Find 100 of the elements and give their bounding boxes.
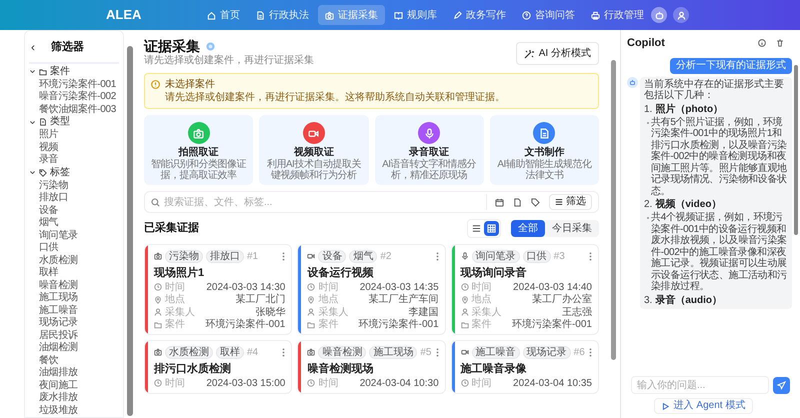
document-icon xyxy=(256,10,265,20)
evidence-card[interactable]: 施工噪音 现场记录 #6 施工噪音录像 时间 2024-03-04 10:35 xyxy=(450,340,599,394)
filter-item[interactable]: 水质检测 xyxy=(39,254,78,266)
group-label[interactable]: 案件 xyxy=(50,66,70,78)
evidence-number: #6 xyxy=(574,346,585,360)
chevron-icon[interactable] xyxy=(29,68,36,75)
evidence-card[interactable]: 污染物 排放口 #1 现场照片1 时间 2024-03-03 14:30 地点 某工厂北门 采集人 张晓华 案件 环境污染案件-001 xyxy=(144,244,292,335)
filter-tab[interactable]: 今日采集 xyxy=(545,220,599,237)
more-icon[interactable] xyxy=(588,348,592,356)
feature-card[interactable]: 视频取证 利用AI技术自动提取关键视频帧和行为分析 xyxy=(259,115,368,185)
group-label[interactable]: 类型 xyxy=(50,116,70,128)
evidence-card[interactable]: 噪音检测 施工现场 #5 噪音检测现场 时间 2024-03-04 10:30 xyxy=(297,340,446,394)
filter-item[interactable]: 餐饮 xyxy=(39,354,58,366)
more-icon[interactable] xyxy=(588,252,592,260)
feature-card[interactable]: 拍照取证 智能识别和分类图像证据，提高取证效率 xyxy=(144,115,254,185)
chevron-icon[interactable] xyxy=(29,169,36,176)
filter-item[interactable]: 垃圾堆放 xyxy=(39,404,78,416)
field-value: 张晓华 xyxy=(255,306,286,318)
scrollbar[interactable] xyxy=(127,46,133,416)
tag: 水质检测 xyxy=(165,346,213,358)
book-icon xyxy=(394,10,403,20)
filter-item[interactable]: 居民投诉 xyxy=(39,330,78,340)
filter-item[interactable]: 噪音检测 xyxy=(39,280,78,290)
badge-icon xyxy=(206,42,215,51)
grid-view-button[interactable] xyxy=(484,221,499,236)
filter-button[interactable]: 筛选 xyxy=(549,194,592,210)
filter-item[interactable]: 噪音污染案件-002 xyxy=(39,91,116,102)
filter-item[interactable]: 油烟检测 xyxy=(39,342,78,353)
more-icon[interactable] xyxy=(436,348,439,356)
file-icon[interactable] xyxy=(513,198,522,206)
more-icon[interactable] xyxy=(282,252,286,260)
tag-icon[interactable] xyxy=(531,198,540,206)
filter-item[interactable]: 照片 xyxy=(39,129,58,140)
evidence-title: 现场询问录音 xyxy=(460,266,528,280)
assistant-button[interactable] xyxy=(651,7,667,23)
video-camera-icon xyxy=(460,348,469,356)
filter-item[interactable]: 污染物 xyxy=(39,180,68,190)
camera-icon xyxy=(307,348,316,356)
field-label: 采集人 xyxy=(318,306,348,318)
nav-tab[interactable]: 行政管理 xyxy=(584,5,651,25)
message-input[interactable]: 输入你的问题... xyxy=(631,376,769,394)
field-value: 2024-03-03 14:35 xyxy=(360,280,439,294)
feature-card[interactable]: 文书制作 AI辅助智能生成规范化法律文书 xyxy=(490,115,599,185)
grid-icon xyxy=(487,224,496,233)
filter-item[interactable]: 口供 xyxy=(39,242,58,253)
filter-item[interactable]: 现场记录 xyxy=(39,317,78,328)
microphone-icon xyxy=(460,252,469,260)
back-button[interactable]: ‹ xyxy=(29,40,37,54)
scrollbar[interactable] xyxy=(794,64,798,234)
filter-item[interactable]: 录音 xyxy=(39,154,58,165)
chevron-icon[interactable] xyxy=(29,118,36,126)
filter-item[interactable]: 视频 xyxy=(39,142,58,152)
trash-icon[interactable] xyxy=(776,39,784,48)
evidence-card[interactable]: 设备 烟气 #2 设备运行视频 时间 2024-03-03 14:35 地点 某工厂生产车间 采集人 李建国 案件 环境污染案件-001 xyxy=(297,244,446,335)
filter-item[interactable]: 夜间施工 xyxy=(39,380,78,390)
filter-item[interactable]: 排放口 xyxy=(39,192,68,203)
agent-mode-button[interactable]: 进入 Agent 模式 xyxy=(654,398,754,414)
group-label[interactable]: 标签 xyxy=(50,166,70,178)
more-icon[interactable] xyxy=(282,348,286,356)
clock-icon xyxy=(460,283,469,292)
evidence-title: 现场照片1 xyxy=(154,266,206,280)
filter-item[interactable]: 油烟排放 xyxy=(39,367,78,378)
evidence-number: #1 xyxy=(247,250,258,264)
filter-lines-icon xyxy=(555,198,563,206)
file-icon xyxy=(39,118,47,126)
calendar-icon[interactable] xyxy=(495,198,504,206)
filter-item[interactable]: 废水排放 xyxy=(39,392,78,403)
nav-tab[interactable]: 咨询问答 xyxy=(515,5,582,25)
folder-icon xyxy=(154,320,162,329)
field-value: 环境污染案件-001 xyxy=(512,318,592,332)
evidence-card[interactable]: 水质检测 取样 #4 排污口水质检测 时间 2024-03-03 15:00 xyxy=(144,340,292,394)
nav-tab[interactable]: 规则库 xyxy=(387,5,444,25)
more-icon[interactable] xyxy=(436,252,439,260)
filter-item[interactable]: 取样 xyxy=(39,267,58,278)
evidence-number: #2 xyxy=(380,250,392,264)
search-field[interactable]: 搜索证据、文件、标签... 筛选 xyxy=(144,191,599,213)
nav-tab[interactable]: 政务写作 xyxy=(446,5,513,25)
user-button[interactable] xyxy=(673,7,689,23)
nav-tab[interactable]: 行政执法 xyxy=(249,5,316,25)
filter-item[interactable]: 设备 xyxy=(39,204,58,216)
filter-item[interactable]: 餐饮油烟案件-003 xyxy=(39,104,116,114)
clock-icon xyxy=(307,283,316,292)
filter-item[interactable]: 施工噪音 xyxy=(39,304,78,316)
scrollbar[interactable] xyxy=(611,60,616,360)
send-button[interactable] xyxy=(773,376,790,394)
filter-item[interactable]: 烟气 xyxy=(39,217,58,228)
field-value: 某工厂生产车间 xyxy=(368,292,439,306)
field-label: 时间 xyxy=(472,376,492,391)
filter-item[interactable]: 环境污染案件-001 xyxy=(39,78,116,90)
tag: 现场记录 xyxy=(522,346,571,358)
filter-tab[interactable]: 全部 xyxy=(511,220,545,237)
feature-card[interactable]: 录音取证 AI语音转文字和情感分析，精准还原现场 xyxy=(374,115,484,185)
tag: 口供 xyxy=(522,250,551,262)
feature-title: 文书制作 xyxy=(524,147,564,158)
evidence-card[interactable]: 询问笔录 口供 #3 现场询问录音 时间 2024-03-03 14:40 地点 某工厂办公室 采集人 王志强 案件 环境污染案件-001 xyxy=(450,244,599,335)
info-icon[interactable] xyxy=(758,39,766,48)
ai-mode-button[interactable]: AI 分析模式 xyxy=(516,42,599,65)
filter-item[interactable]: 施工现场 xyxy=(39,292,78,303)
filter-item[interactable]: 询问笔录 xyxy=(39,230,78,240)
info-icon xyxy=(151,80,160,89)
